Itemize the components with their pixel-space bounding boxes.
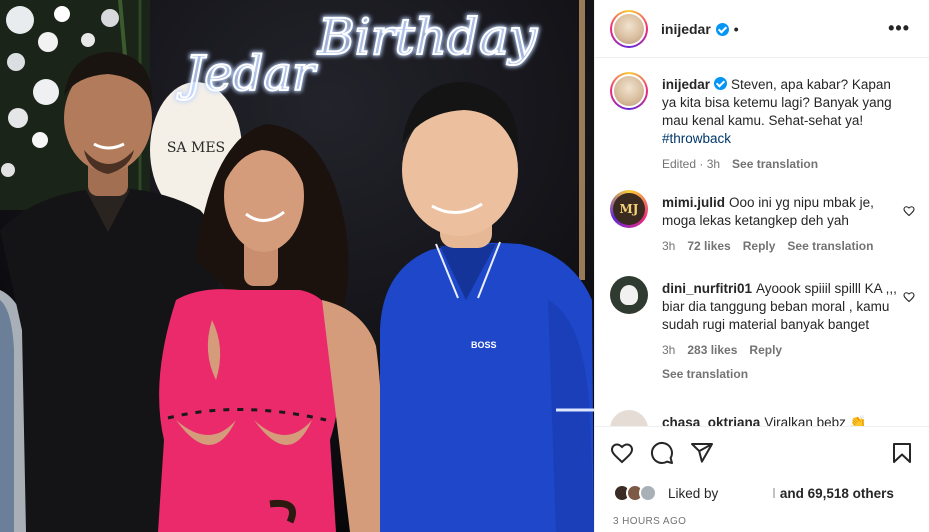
- comment-icon[interactable]: [650, 441, 674, 465]
- likes-count[interactable]: and 69,518 others: [780, 486, 894, 501]
- post-author-username[interactable]: inijedar: [661, 21, 711, 37]
- backdrop-sign-text: SA MES: [167, 140, 225, 156]
- caption-hashtag[interactable]: #throwback: [662, 130, 902, 148]
- post-photo[interactable]: SA MES Jedar Jedar Birthday Birthday BOS…: [0, 0, 594, 532]
- comment-likes[interactable]: 72 likes: [687, 237, 730, 255]
- avatar[interactable]: [610, 9, 648, 48]
- svg-text:Birthday: Birthday: [317, 8, 538, 66]
- caption-username[interactable]: inijedar: [662, 77, 710, 92]
- see-translation-button[interactable]: See translation: [787, 237, 873, 255]
- liker-avatars[interactable]: [613, 484, 657, 502]
- post-image: SA MES Jedar Jedar Birthday Birthday BOS…: [0, 0, 594, 532]
- see-translation-button[interactable]: See translation: [662, 365, 902, 383]
- paper-plane-icon[interactable]: [690, 441, 714, 465]
- post-header: inijedar • •••: [595, 0, 929, 58]
- post-actions: Liked by ǀ and 69,518 others 3 HOURS AGO: [595, 426, 929, 532]
- svg-text:Jedar: Jedar: [176, 46, 318, 102]
- comment-item: chasa_oktriana Viralkan bebz 👏: [610, 410, 920, 426]
- comments-list[interactable]: inijedar Steven, apa kabar? Kapan ya kita…: [595, 58, 929, 426]
- caption-avatar[interactable]: [610, 72, 648, 110]
- likes-summary[interactable]: Liked by ǀ and 69,518 others: [613, 484, 894, 502]
- comment-like-heart-icon[interactable]: [903, 205, 915, 217]
- comment-time: 3h: [662, 343, 676, 357]
- verified-badge-icon: [714, 77, 728, 90]
- caption: inijedar Steven, apa kabar? Kapan ya kita…: [610, 72, 920, 182]
- comment-text: Viralkan bebz 👏: [764, 415, 867, 426]
- comment-username[interactable]: dini_nurfitri01: [662, 281, 752, 296]
- post-timestamp[interactable]: 3 HOURS AGO: [613, 516, 686, 527]
- comment-item: MJ mimi.julid Ooo ini yg nipu mbak je, mo…: [610, 190, 920, 268]
- bookmark-icon[interactable]: [890, 441, 914, 465]
- caption-time: Edited · 3h: [662, 157, 721, 171]
- comment-username[interactable]: mimi.julid: [662, 195, 725, 210]
- caption-see-translation[interactable]: See translation: [732, 155, 818, 173]
- post-sidebar: inijedar • ••• inijedar Steven, apa kabar…: [594, 0, 929, 532]
- comment-time: 3h: [662, 239, 676, 253]
- liked-by-label: Liked by: [668, 485, 719, 501]
- header-separator: •: [733, 20, 739, 37]
- liked-by-separator: ǀ: [772, 485, 776, 501]
- comment-username[interactable]: chasa_oktriana: [662, 415, 760, 426]
- reply-button[interactable]: Reply: [749, 341, 782, 359]
- reply-button[interactable]: Reply: [743, 237, 776, 255]
- more-options-icon[interactable]: •••: [888, 18, 910, 39]
- comment-item: dini_nurfitri01 Ayoook spiiil spilll KA ,…: [610, 276, 920, 396]
- comment-avatar[interactable]: [610, 276, 648, 314]
- comment-like-heart-icon[interactable]: [903, 291, 915, 303]
- comment-avatar[interactable]: MJ: [610, 190, 648, 228]
- shirt-logo: BOSS: [471, 340, 497, 350]
- comment-avatar[interactable]: [610, 410, 648, 426]
- comment-likes[interactable]: 283 likes: [687, 341, 737, 359]
- heart-icon[interactable]: [610, 441, 634, 465]
- verified-badge-icon: [715, 23, 729, 36]
